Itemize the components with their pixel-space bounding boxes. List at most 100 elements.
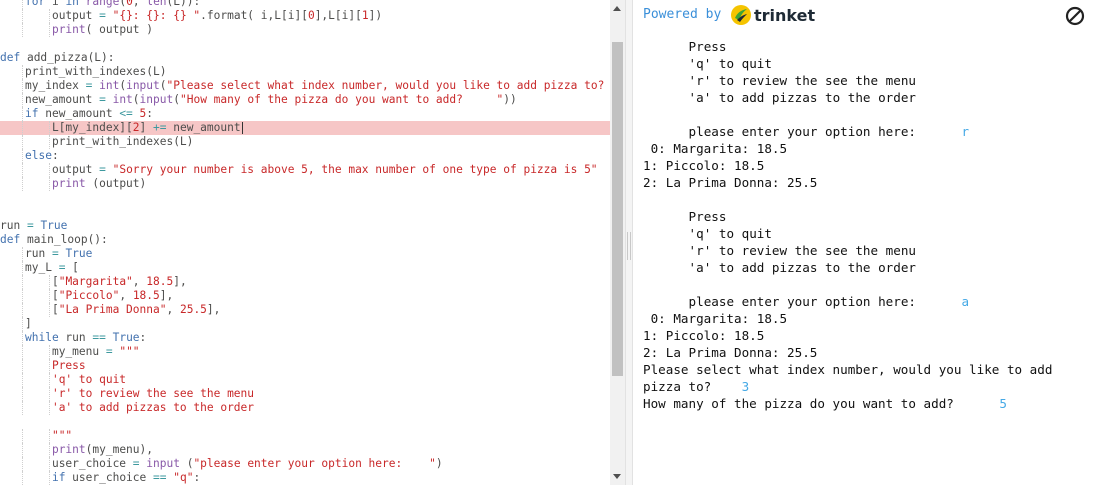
console-text: please enter your option here: r — [689, 123, 970, 140]
code-line[interactable] — [0, 415, 610, 429]
code-token: add_pizza(L): — [26, 51, 115, 64]
console-text: Press — [689, 208, 727, 225]
code-token: True — [65, 247, 93, 260]
code-token: if — [25, 107, 46, 120]
code-token: ( — [173, 93, 180, 106]
code-line[interactable]: print( output ) — [0, 23, 610, 37]
code-token: main_loop(): — [26, 233, 108, 246]
editor-scrollbar[interactable] — [610, 0, 625, 485]
code-line[interactable] — [0, 37, 610, 51]
code-line[interactable]: ["Margarita", 18.5], — [0, 275, 610, 289]
output-text: 'a' to add pizzas to the order — [688, 90, 916, 105]
indent-guide — [48, 471, 50, 485]
code-line[interactable]: user_choice = input ("please enter your … — [0, 457, 610, 471]
code-line[interactable]: """ — [0, 429, 610, 443]
output-text: 1: Piccolo: 18.5 — [643, 328, 765, 343]
code-text: Press — [52, 359, 86, 373]
code-line[interactable]: if user_choice == "q": — [0, 471, 610, 485]
code-line[interactable]: print_with_indexes(L) — [0, 65, 610, 79]
code-line[interactable]: new_amount = int(input("How many of the … — [0, 93, 610, 107]
console-line: Press — [643, 38, 1088, 55]
code-token: , — [119, 289, 133, 302]
code-line[interactable]: run = True — [0, 247, 610, 261]
code-token: = — [99, 93, 113, 106]
code-line[interactable]: ] — [0, 317, 610, 331]
console-line: 0: Margarita: 18.5 — [643, 140, 1088, 157]
code-token: ( — [132, 93, 140, 106]
code-line[interactable]: my_L = [ — [0, 261, 610, 275]
code-line[interactable]: 'q' to quit — [0, 373, 610, 387]
code-line[interactable] — [0, 191, 610, 205]
code-line[interactable]: def main_loop(): — [0, 233, 610, 247]
stop-icon[interactable] — [1065, 6, 1085, 26]
code-line[interactable]: output = "Sorry your number is above 5, … — [0, 163, 610, 177]
code-line[interactable]: run = True — [0, 219, 610, 233]
code-token: : — [51, 149, 59, 162]
code-text: L[my_index][2] += new_amount — [52, 121, 241, 135]
scrollbar-thumb[interactable] — [612, 42, 623, 376]
code-token: (L)): — [166, 0, 201, 8]
code-line[interactable]: my_index = int(input("Please select what… — [0, 79, 610, 93]
code-token: ( output ) — [85, 23, 153, 36]
indent-guide — [22, 317, 23, 331]
code-token: ]) — [368, 9, 383, 22]
console-output[interactable]: Press 'q' to quit 'r' to review the see th… — [643, 38, 1088, 412]
output-text: How many of the pizza do you want to add… — [643, 396, 1000, 411]
code-token: 18.5 — [132, 289, 160, 302]
code-token: input — [126, 79, 160, 92]
code-line[interactable]: ["La Prima Donna", 25.5], — [0, 303, 610, 317]
trinket-logo[interactable]: trinket — [730, 4, 815, 26]
code-token: "q" — [173, 471, 194, 484]
pane-splitter[interactable] — [625, 0, 633, 485]
indent-guide — [48, 429, 50, 443]
code-line[interactable]: ["Piccolo", 18.5], — [0, 289, 610, 303]
code-area[interactable]: for i in range(0, len(L)): output = "{}: … — [0, 0, 610, 485]
scroll-up-icon[interactable] — [613, 6, 621, 11]
code-token: output — [51, 9, 100, 22]
code-token: 1 — [361, 9, 369, 22]
output-text: 0: Margarita: 18.5 — [643, 141, 788, 156]
indent-guide — [22, 359, 23, 373]
code-line[interactable]: def add_pizza(L): — [0, 51, 610, 65]
code-line[interactable] — [0, 205, 610, 219]
indent-guide — [22, 443, 23, 457]
code-token: = — [99, 163, 113, 176]
output-header: Powered by trinket — [633, 0, 1093, 30]
code-token: = — [85, 79, 100, 92]
scroll-down-icon[interactable] — [613, 474, 621, 479]
code-line[interactable]: if new_amount <= 5: — [0, 107, 610, 121]
splitter-grip-icon[interactable] — [627, 232, 631, 260]
code-line[interactable]: for i in range(0, len(L)): — [0, 0, 610, 9]
code-line[interactable]: else: — [0, 149, 610, 163]
code-line[interactable]: Press — [0, 359, 610, 373]
code-line-highlighted[interactable]: L[my_index][2] += new_amount — [0, 121, 610, 135]
code-token: new_amount — [173, 121, 241, 134]
code-line[interactable]: output = "{}: {}: {} ".format( i,L[i][0]… — [0, 9, 610, 23]
code-token: "{}: {}: {} " — [112, 9, 201, 22]
code-line[interactable]: 'a' to add pizzas to the order — [0, 401, 610, 415]
code-line[interactable]: print (output) — [0, 177, 610, 191]
code-text: user_choice = input ("please enter your … — [52, 457, 443, 471]
indent-guide — [22, 471, 23, 485]
code-editor[interactable]: for i in range(0, len(L)): output = "{}: … — [0, 0, 610, 485]
indent-guide — [48, 401, 50, 415]
output-text: Please select what index number, would y… — [643, 362, 1053, 377]
code-line[interactable]: print(my_menu), — [0, 443, 610, 457]
indent-guide — [22, 429, 23, 443]
code-line[interactable]: while run == True: — [0, 331, 610, 345]
code-line[interactable]: 'r' to review the see the menu — [0, 387, 610, 401]
output-text: Press — [688, 39, 727, 54]
code-token: ( — [159, 79, 167, 92]
indent-guide — [22, 65, 23, 79]
indent-guide — [22, 9, 23, 23]
output-panel: Powered by trinket Press 'q' to quit 'r' t… — [633, 0, 1093, 485]
code-text: output = "Sorry your number is above 5, … — [52, 163, 598, 177]
code-line[interactable]: print_with_indexes(L) — [0, 135, 610, 149]
code-token: <= — [119, 107, 140, 120]
code-line[interactable]: my_menu = """ — [0, 345, 610, 359]
indent-guide — [22, 0, 23, 9]
console-text: Please select what index number, would y… — [643, 361, 1052, 378]
code-token: int — [112, 93, 133, 106]
